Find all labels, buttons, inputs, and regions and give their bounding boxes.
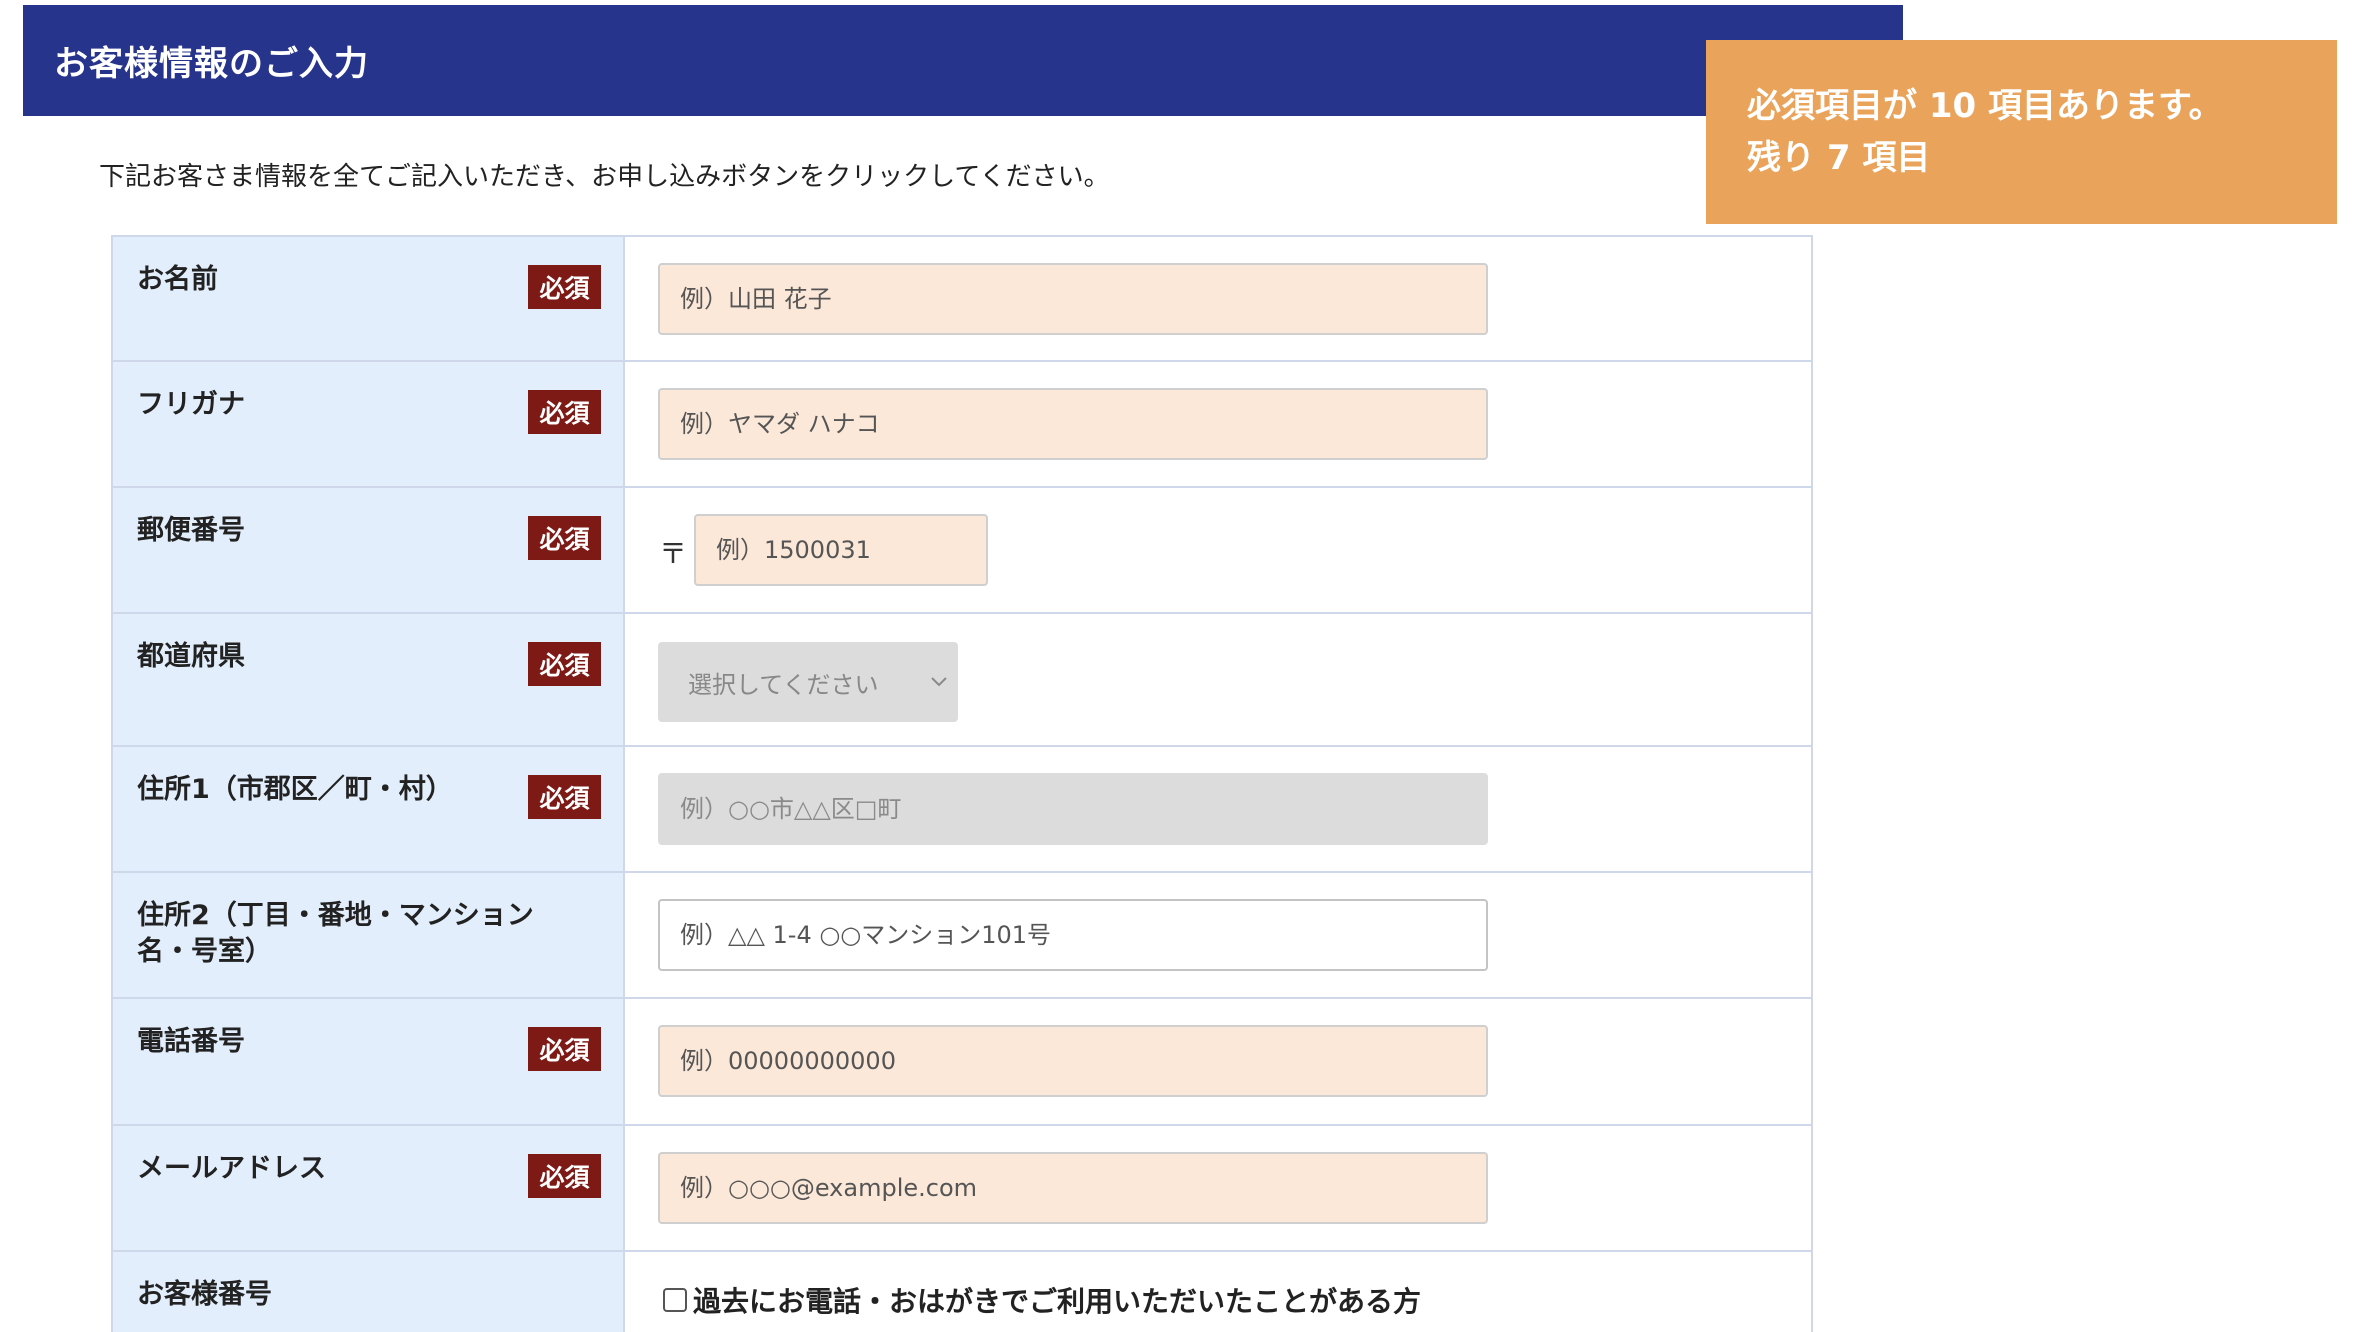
intro-text: 下記お客さま情報を全てご記入いただき、お申し込みボタンをクリックしてください。 [99,162,1110,192]
address1-label: 住所1（市郡区／町・村） [137,774,453,805]
address1-input[interactable] [658,773,1488,845]
postal-code-input[interactable] [694,514,988,586]
field-cell [623,871,1813,999]
name-label: お名前 [137,264,218,295]
notice-line-total: 必須項目が 10 項目あります。 [1747,86,2223,126]
field-cell: 選択してください [623,612,1813,747]
phone-input[interactable] [658,1025,1488,1097]
form-row-name: お名前 必須 [111,235,1813,362]
label-cell: 電話番号 必須 [111,997,625,1126]
prefecture-select[interactable]: 選択してください [658,642,958,722]
label-cell: 住所1（市郡区／町・村） 必須 [111,745,625,873]
form-row-email: メールアドレス 必須 [111,1124,1813,1252]
page-title: お客様情報のご入力 [54,44,369,84]
past-customer-checkbox-label: 過去にお電話・おはがきでご利用いただいたことがある方 [693,1285,1422,1318]
required-badge: 必須 [528,1154,601,1198]
form-row-postal: 郵便番号 必須 〒 [111,486,1813,614]
postal-mark-icon: 〒 [659,537,688,570]
form-row-furigana: フリガナ 必須 [111,360,1813,488]
customer-form-table: お名前 必須 フリガナ 必須 郵便番号 必須 〒 [111,235,1813,1332]
form-row-address1: 住所1（市郡区／町・村） 必須 [111,745,1813,873]
prefecture-label: 都道府県 [137,641,245,672]
past-customer-checkbox-option[interactable]: 過去にお電話・おはがきでご利用いただいたことがある方 [663,1280,1421,1320]
email-label: メールアドレス [137,1153,326,1184]
furigana-input[interactable] [658,388,1488,460]
field-cell [623,235,1813,362]
field-cell [623,360,1813,488]
form-row-phone: 電話番号 必須 [111,997,1813,1126]
past-customer-checkbox[interactable] [663,1288,687,1312]
label-cell: メールアドレス 必須 [111,1124,625,1252]
label-cell: お名前 必須 [111,235,625,362]
address2-input[interactable] [658,899,1488,971]
form-row-customer-number: お客様番号 過去にお電話・おはがきでご利用いただいたことがある方 [111,1250,1813,1332]
field-cell [623,1124,1813,1252]
postal-label: 郵便番号 [137,515,245,546]
prefecture-selected-value: 選択してください [688,670,879,699]
field-cell: 〒 [623,486,1813,614]
field-cell [623,997,1813,1126]
chevron-down-icon [931,677,947,687]
customer-number-label: お客様番号 [137,1279,272,1310]
name-input[interactable] [658,263,1488,335]
label-cell: 都道府県 必須 [111,612,625,747]
furigana-label: フリガナ [137,389,245,420]
required-badge: 必須 [528,390,601,434]
required-badge: 必須 [528,642,601,686]
field-cell [623,745,1813,873]
page: お客様情報のご入力 必須項目が 10 項目あります。 残り 7 項目 下記お客さ… [0,0,2366,1332]
label-cell: 住所2（丁目・番地・マンション名・号室） [111,871,625,999]
header-bar: お客様情報のご入力 [23,5,1903,116]
label-cell: フリガナ 必須 [111,360,625,488]
required-count-notice: 必須項目が 10 項目あります。 残り 7 項目 [1706,40,2337,224]
address2-label: 住所2（丁目・番地・マンション名・号室） [137,900,534,967]
email-input[interactable] [658,1152,1488,1224]
form-row-address2: 住所2（丁目・番地・マンション名・号室） [111,871,1813,999]
required-badge: 必須 [528,1027,601,1071]
field-cell: 過去にお電話・おはがきでご利用いただいたことがある方 [623,1250,1813,1332]
required-badge: 必須 [528,265,601,309]
required-badge: 必須 [528,775,601,819]
required-badge: 必須 [528,516,601,560]
phone-label: 電話番号 [137,1026,245,1057]
form-row-prefecture: 都道府県 必須 選択してください [111,612,1813,747]
notice-line-remaining: 残り 7 項目 [1747,138,1931,178]
label-cell: 郵便番号 必須 [111,486,625,614]
label-cell: お客様番号 [111,1250,625,1332]
